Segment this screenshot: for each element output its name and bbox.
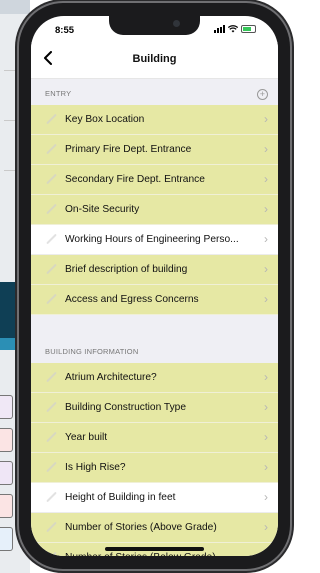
form-row[interactable]: Is High Rise? › bbox=[31, 453, 278, 483]
form-row-label: Year built bbox=[65, 432, 108, 443]
form-row-label: Number of Stories (Below Grade) bbox=[65, 552, 255, 556]
cellular-signal-icon bbox=[214, 25, 225, 33]
pencil-icon bbox=[46, 401, 57, 413]
navigation-bar: Building bbox=[31, 42, 278, 79]
form-row-label: Access and Egress Concerns bbox=[65, 294, 199, 305]
form-row-label: Working Hours of Engineering Perso... bbox=[65, 234, 239, 245]
pencil-icon bbox=[46, 113, 57, 125]
section-header: ENTRY + bbox=[31, 79, 278, 105]
section-header-label: BUILDING INFORMATION bbox=[45, 347, 139, 356]
form-row-label: Secondary Fire Dept. Entrance bbox=[65, 174, 205, 185]
pencil-icon bbox=[46, 263, 57, 275]
chevron-right-icon: › bbox=[264, 262, 268, 276]
pencil-icon bbox=[46, 521, 57, 533]
chevron-right-icon: › bbox=[264, 490, 268, 504]
form-row[interactable]: Height of Building in feet › bbox=[31, 483, 278, 513]
form-list: ENTRY + Key Box Location › Primary Fire Dept… bbox=[31, 79, 278, 556]
form-row-label: Primary Fire Dept. Entrance bbox=[65, 144, 192, 155]
form-row[interactable]: Number of Stories (Above Grade) › bbox=[31, 513, 278, 543]
chevron-right-icon: › bbox=[264, 232, 268, 246]
pencil-icon bbox=[46, 173, 57, 185]
background-chip bbox=[0, 461, 13, 485]
chevron-right-icon: › bbox=[264, 550, 268, 556]
form-row-label: Is High Rise? bbox=[65, 462, 126, 473]
battery-icon bbox=[241, 25, 256, 33]
pencil-icon bbox=[46, 431, 57, 443]
chevron-right-icon: › bbox=[264, 400, 268, 414]
chevron-right-icon: › bbox=[264, 142, 268, 156]
chevron-right-icon: › bbox=[264, 460, 268, 474]
form-row[interactable]: Access and Egress Concerns › bbox=[31, 285, 278, 315]
chevron-right-icon: › bbox=[264, 430, 268, 444]
background-chip bbox=[0, 428, 13, 452]
pencil-icon bbox=[46, 143, 57, 155]
form-row-label: Number of Stories (Above Grade) bbox=[65, 522, 217, 533]
section-header-label: ENTRY bbox=[45, 89, 72, 98]
form-row-label: Atrium Architecture? bbox=[65, 372, 157, 383]
pencil-icon bbox=[46, 203, 57, 215]
pencil-icon bbox=[46, 293, 57, 305]
form-row[interactable]: On-Site Security › bbox=[31, 195, 278, 225]
form-row[interactable]: Key Box Location › bbox=[31, 105, 278, 135]
phone-frame: 8:55 Building ENTRY + Key Box Location ›… bbox=[19, 3, 290, 569]
pencil-icon bbox=[46, 461, 57, 473]
page-title: Building bbox=[132, 53, 177, 65]
chevron-right-icon: › bbox=[264, 520, 268, 534]
status-time: 8:55 bbox=[55, 25, 75, 36]
section-spacer bbox=[31, 315, 278, 337]
background-header bbox=[0, 0, 30, 14]
section-header: BUILDING INFORMATION bbox=[31, 337, 278, 363]
pencil-icon bbox=[46, 551, 57, 556]
phone-screen: 8:55 Building ENTRY + Key Box Location ›… bbox=[31, 16, 278, 556]
form-row-label: On-Site Security bbox=[65, 204, 140, 215]
form-row-label: Brief description of building bbox=[65, 264, 188, 275]
form-row[interactable]: Primary Fire Dept. Entrance › bbox=[31, 135, 278, 165]
form-row[interactable]: Building Construction Type › bbox=[31, 393, 278, 423]
form-row-label: Key Box Location bbox=[65, 114, 145, 125]
phone-notch bbox=[109, 16, 200, 35]
form-row[interactable]: Year built › bbox=[31, 423, 278, 453]
chevron-right-icon: › bbox=[264, 370, 268, 384]
background-chip bbox=[0, 527, 13, 551]
wifi-icon bbox=[228, 25, 238, 33]
pencil-icon bbox=[46, 371, 57, 383]
form-row-label: Height of Building in feet bbox=[65, 492, 176, 503]
background-chip bbox=[0, 494, 13, 518]
camera-icon bbox=[173, 20, 180, 27]
form-row[interactable]: Secondary Fire Dept. Entrance › bbox=[31, 165, 278, 195]
form-row[interactable]: Atrium Architecture? › bbox=[31, 363, 278, 393]
home-indicator bbox=[105, 547, 204, 551]
chevron-right-icon: › bbox=[264, 112, 268, 126]
status-icons bbox=[214, 25, 256, 33]
form-row-label: Building Construction Type bbox=[65, 402, 187, 413]
chevron-right-icon: › bbox=[264, 172, 268, 186]
background-chip bbox=[0, 395, 13, 419]
add-icon[interactable]: + bbox=[257, 89, 268, 100]
form-row[interactable]: Brief description of building › bbox=[31, 255, 278, 285]
form-row[interactable]: Working Hours of Engineering Perso... › bbox=[31, 225, 278, 255]
chevron-right-icon: › bbox=[264, 202, 268, 216]
pencil-icon bbox=[46, 233, 57, 245]
chevron-right-icon: › bbox=[264, 292, 268, 306]
pencil-icon bbox=[46, 491, 57, 503]
